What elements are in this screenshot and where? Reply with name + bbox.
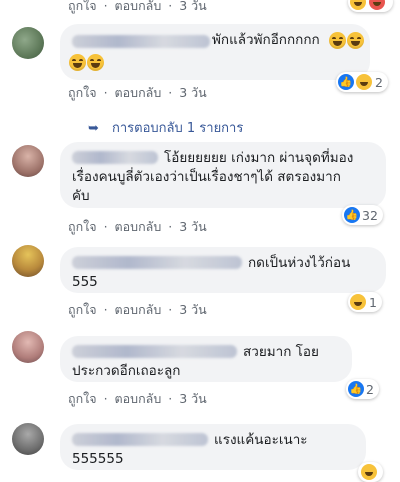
comment-text-line2: 555555 (72, 451, 124, 467)
reaction-badge[interactable] (348, 0, 393, 12)
comment-text-line2: เรื่องคนบูลี่ตัวเองว่าเป็นเรื่องชาๆได้ ส… (72, 169, 341, 185)
like-reaction-icon: 👍 (348, 381, 364, 397)
like-link[interactable]: ถูกใจ (68, 85, 97, 100)
reaction-badge[interactable]: 👍 32 (342, 205, 383, 225)
reaction-count: 2 (366, 381, 374, 397)
comment-text-line1: แรงแค้นอะเนาะ (214, 432, 308, 448)
reply-link[interactable]: ตอบกลับ (115, 0, 162, 13)
reply-link[interactable]: ตอบกลับ (115, 219, 162, 234)
comment-text-line2: ประกวดอีกเถอะลูก (72, 363, 181, 379)
comment-text-line1: สวยมาก โอย (243, 344, 319, 360)
reply-arrow-icon: ➥ (88, 121, 99, 136)
reply-link[interactable]: ตอบกลับ (115, 391, 162, 406)
haha-reaction-icon (350, 294, 366, 310)
avatar[interactable] (12, 27, 44, 59)
comment-text-line1: กดเป็นห่วงไว้ก่อน (248, 255, 351, 271)
haha-reaction-icon (356, 74, 372, 90)
timestamp[interactable]: 3 วัน (179, 85, 207, 100)
avatar[interactable] (12, 245, 44, 277)
reaction-badge[interactable]: 👍 2 (336, 72, 388, 92)
comment-text: พักแล้วพักอีกกกกก (212, 32, 320, 48)
author-name-blurred[interactable] (72, 256, 242, 269)
separator: · (168, 0, 173, 13)
comment-text-line2: 555 (72, 274, 98, 290)
reaction-badge[interactable]: 👍 2 (346, 379, 379, 399)
laughing-emoji-icon (329, 32, 346, 49)
timestamp[interactable]: 3 วัน (179, 391, 207, 406)
comment-text-line3: คับ (72, 188, 90, 204)
comment-actions: ถูกใจ · ตอบกลับ · 3 วัน (68, 300, 207, 320)
reply-link[interactable]: ตอบกลับ (115, 302, 162, 317)
laughing-emoji-icon (69, 54, 86, 71)
like-link[interactable]: ถูกใจ (68, 302, 97, 317)
comment-bubble: แรงแค้นอะเนาะ 555555 (60, 424, 366, 470)
comment-bubble: โอ้ยยยยยย เก่งมาก ผ่านจุดที่มอง เรื่องคน… (60, 142, 386, 208)
view-replies-link[interactable]: ➥ การตอบกลับ 1 รายการ (88, 117, 243, 138)
author-name-blurred[interactable] (72, 433, 208, 446)
author-name-blurred[interactable] (72, 151, 158, 164)
comment-bubble: สวยมาก โอย ประกวดอีกเถอะลูก (60, 336, 352, 382)
comment-actions: ถูกใจ · ตอบกลับ · 3 วัน (68, 83, 207, 103)
author-name-blurred[interactable] (72, 345, 237, 358)
avatar[interactable] (12, 423, 44, 455)
separator: · (103, 219, 108, 234)
separator: · (168, 219, 173, 234)
avatar[interactable] (12, 145, 44, 177)
comment-actions: ถูกใจ · ตอบกลับ · 3 วัน (68, 0, 207, 16)
timestamp[interactable]: 3 วัน (179, 302, 207, 317)
separator: · (103, 391, 108, 406)
haha-reaction-icon (369, 0, 385, 10)
reaction-badge[interactable] (358, 462, 383, 482)
comment-actions: ถูกใจ · ตอบกลับ · 3 วัน (68, 217, 207, 237)
like-reaction-icon: 👍 (338, 74, 354, 90)
like-reaction-icon: 👍 (344, 207, 360, 223)
timestamp[interactable]: 3 วัน (179, 219, 207, 234)
haha-reaction-icon (361, 464, 377, 480)
separator: · (168, 302, 173, 317)
reaction-badge[interactable]: 1 (348, 292, 382, 312)
like-link[interactable]: ถูกใจ (68, 0, 97, 13)
reaction-count: 1 (369, 294, 377, 310)
timestamp[interactable]: 3 วัน (179, 0, 207, 13)
separator: · (103, 302, 108, 317)
comment-bubble: พักแล้วพักอีกกกกก (60, 24, 370, 80)
separator: · (168, 391, 173, 406)
separator: · (103, 85, 108, 100)
replies-count-label[interactable]: การตอบกลับ 1 รายการ (112, 121, 243, 136)
reaction-count: 2 (375, 74, 383, 90)
like-link[interactable]: ถูกใจ (68, 219, 97, 234)
comment-text-line1: โอ้ยยยยยย เก่งมาก ผ่านจุดที่มอง (164, 150, 354, 166)
avatar[interactable] (12, 331, 44, 363)
laughing-emoji-icon (87, 54, 104, 71)
author-name-blurred[interactable] (72, 35, 210, 48)
comment-bubble: กดเป็นห่วงไว้ก่อน 555 (60, 247, 386, 293)
haha-reaction-icon (350, 0, 366, 10)
like-link[interactable]: ถูกใจ (68, 391, 97, 406)
reaction-count: 32 (362, 207, 378, 223)
separator: · (103, 0, 108, 13)
separator: · (168, 85, 173, 100)
laughing-emoji-icon (347, 32, 364, 49)
comment-actions: ถูกใจ · ตอบกลับ · 3 วัน (68, 389, 207, 409)
reply-link[interactable]: ตอบกลับ (115, 85, 162, 100)
